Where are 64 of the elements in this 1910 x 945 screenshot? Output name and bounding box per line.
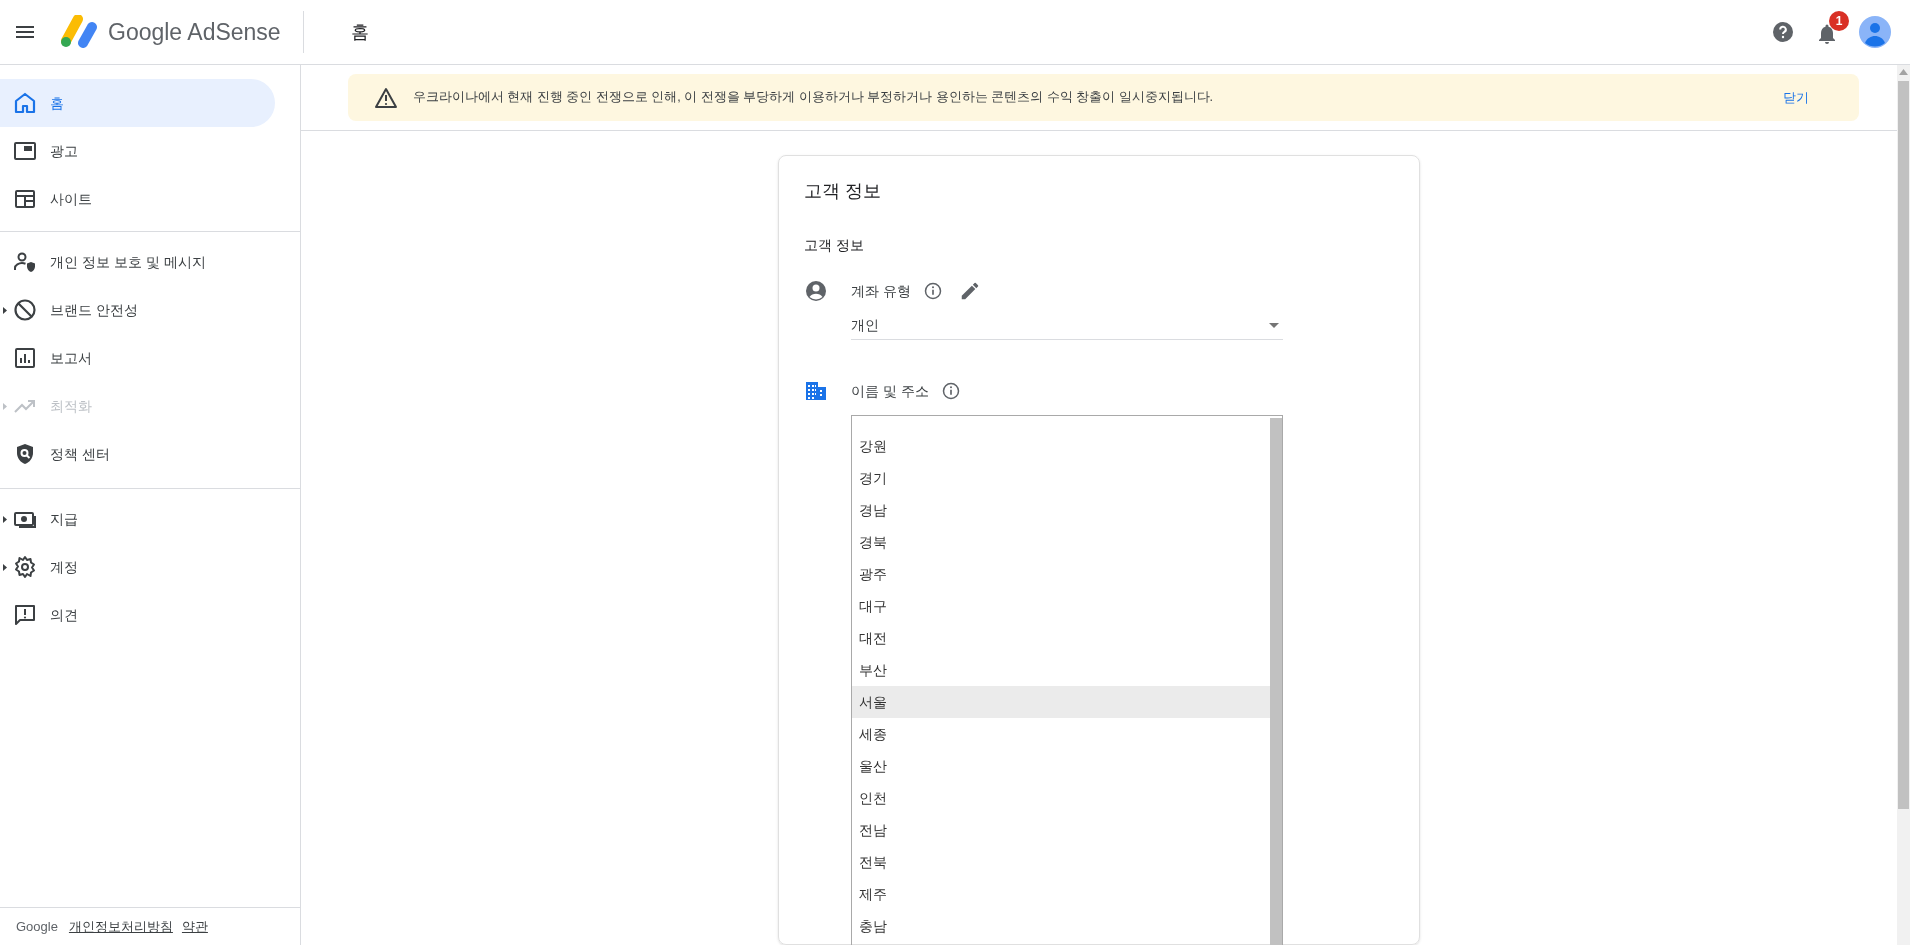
sidebar-item[interactable]: 개인 정보 보호 및 메시지 [0,238,275,286]
caret-icon [3,307,7,314]
caret-icon [3,516,7,523]
home-icon [13,91,37,115]
info-icon [922,281,943,301]
region-option[interactable]: 충남 [852,910,1270,942]
sidebar-item[interactable]: 광고 [0,127,275,175]
sidebar-item[interactable]: 홈 [0,79,275,127]
dismiss-link[interactable]: 닫기 [1783,87,1809,108]
settings-icon [13,555,37,579]
info-icon [940,381,961,401]
dropdown-arrow-icon [1269,323,1279,328]
region-option[interactable]: 경기 [852,462,1270,494]
ad-frame-icon [13,139,37,163]
help-icon[interactable] [1771,20,1795,44]
sidebar-item[interactable]: 사이트 [0,175,275,223]
region-option[interactable]: 광주 [852,558,1270,590]
notification-badge: 1 [1829,11,1849,31]
region-option[interactable]: 경북 [852,526,1270,558]
avatar-icon[interactable] [1859,16,1891,48]
app-name: Google AdSense [108,17,281,47]
section-title: 고객 정보 [804,236,865,255]
sidebar-item[interactable]: 보고서 [0,334,275,382]
website-layout-icon [13,187,37,211]
sidebar-item[interactable]: 정책 센터 [0,430,275,478]
region-option[interactable]: 제주 [852,878,1270,910]
region-option[interactable]: 대구 [852,590,1270,622]
region-option[interactable]: 울산 [852,750,1270,782]
sidebar-item[interactable]: 의견 [0,591,275,639]
listbox-scrollbar[interactable] [1270,418,1282,945]
sidebar-item[interactable]: 브랜드 안전성 [0,286,275,334]
sidebar-item[interactable]: 계정 [0,543,275,591]
account-type-select[interactable]: 개인 [851,312,1283,340]
region-option[interactable]: 전남 [852,814,1270,846]
region-option[interactable]: 서울 [852,686,1270,718]
footer-link[interactable]: 약관 [181,916,208,937]
building-icon [804,379,828,403]
person-shield-icon [13,250,37,274]
bar-chart-icon [13,346,37,370]
region-listbox[interactable]: 강원 경기 경남 경북 광주 대구 대전 부산 서울 세종 울산 인천 전남 전북 제주 충남 [851,415,1283,945]
region-option[interactable]: 경남 [852,494,1270,526]
sidebar-item[interactable]: 지급 [0,495,275,543]
caret-icon [3,403,7,410]
region-option[interactable]: 강원 [852,430,1270,462]
field-label: 이름 및 주소 [851,381,929,401]
notifications-icon[interactable] [1819,24,1835,44]
account-circle-icon [804,279,828,303]
scrollbar[interactable] [1897,65,1910,945]
field-label: 계좌 유형 [851,281,911,301]
caret-icon [3,564,7,571]
footer-link[interactable]: 개인정보처리방침 [68,916,173,937]
region-option[interactable]: 대전 [852,622,1270,654]
banner-message: 우크라이나에서 현재 진행 중인 전쟁으로 인해, 이 전쟁을 부당하게 이용하거나 부정하거나 용인하는 콘텐츠의 수익 창출이 일시중지됩니다. [413,89,1215,107]
feedback-icon [13,603,37,627]
region-option[interactable]: 세종 [852,718,1270,750]
warning-icon [374,86,398,109]
block-icon [13,298,37,322]
page-title: 홈 [350,20,369,44]
card-title: 고객 정보 [804,180,882,203]
footer-brand: Google [16,917,58,936]
region-option[interactable]: 부산 [852,654,1270,686]
region-option[interactable]: 전북 [852,846,1270,878]
region-option[interactable]: 인천 [852,782,1270,814]
logo-icon [58,15,100,49]
